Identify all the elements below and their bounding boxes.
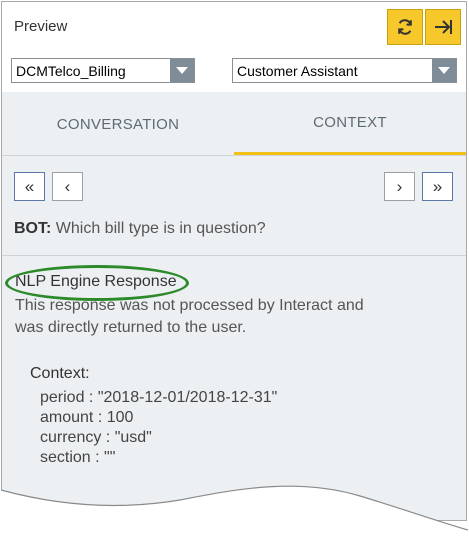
- tab-context[interactable]: CONTEXT: [234, 92, 466, 155]
- context-entry: period : "2018-12-01/2018-12-31": [40, 389, 278, 406]
- context-entry: amount : 100: [40, 409, 134, 426]
- torn-edge: [0, 485, 469, 546]
- collapse-button[interactable]: [425, 9, 461, 45]
- assistant-select-value: Customer Assistant: [237, 63, 358, 79]
- context-entry: currency : "usd": [40, 429, 152, 446]
- tab-conversation[interactable]: CONVERSATION: [2, 92, 234, 156]
- context-label: Context:: [30, 365, 90, 382]
- workspace-select[interactable]: DCMTelco_Billing: [11, 58, 195, 83]
- context-list: period : "2018-12-01/2018-12-31" amount …: [40, 388, 277, 468]
- bot-speaker: BOT:: [14, 220, 52, 237]
- panel-title: Preview: [14, 18, 68, 35]
- bot-message: BOT: Which bill type is in question?: [14, 220, 266, 238]
- last-button[interactable]: »: [422, 172, 453, 201]
- arrow-right-icon: [435, 20, 452, 34]
- divider: [2, 255, 466, 256]
- prev-button[interactable]: ‹: [52, 172, 83, 201]
- preview-header: Preview DCMTelco_Billing Customer Assist…: [2, 2, 466, 92]
- nlp-response-description: This response was not processed by Inter…: [15, 297, 364, 336]
- workspace-select-value: DCMTelco_Billing: [16, 63, 126, 79]
- refresh-button[interactable]: [387, 9, 423, 45]
- next-button[interactable]: ›: [384, 172, 415, 201]
- context-entry: section : "": [40, 449, 116, 466]
- chevron-down-icon[interactable]: [432, 59, 456, 82]
- tab-bar: CONVERSATION CONTEXT: [2, 92, 466, 156]
- first-button[interactable]: «: [14, 172, 45, 201]
- preview-panel: Preview DCMTelco_Billing Customer Assist…: [1, 1, 467, 521]
- refresh-icon: [398, 19, 412, 35]
- bot-message-text: Which bill type is in question?: [55, 220, 266, 237]
- chevron-down-icon[interactable]: [170, 59, 194, 82]
- assistant-select[interactable]: Customer Assistant: [232, 58, 457, 83]
